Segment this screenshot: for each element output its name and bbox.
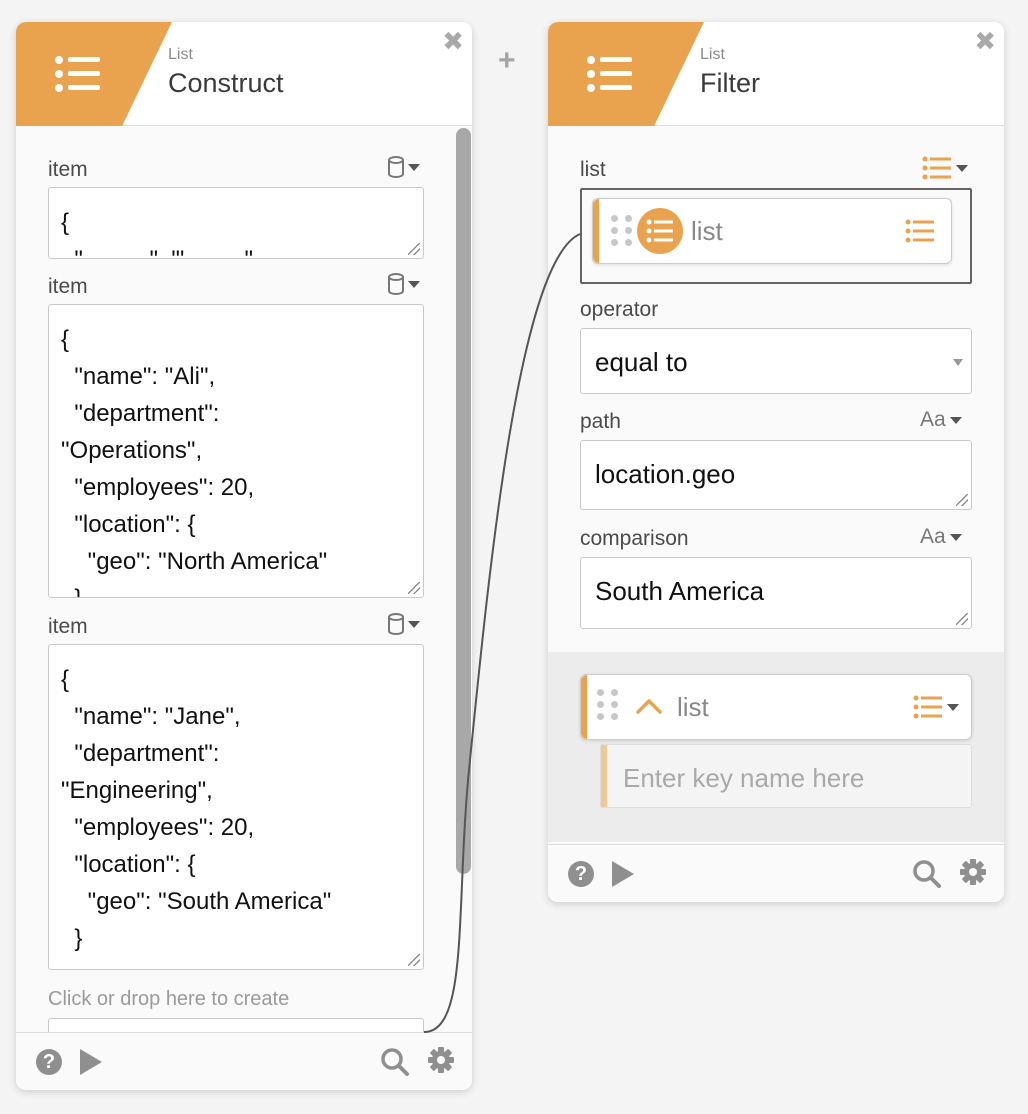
item-label: item [48, 275, 88, 298]
output-type-selector[interactable] [913, 695, 959, 719]
item-textarea[interactable]: { "name": "Jane", "department": "Enginee… [48, 644, 424, 970]
resize-handle[interactable] [408, 582, 420, 594]
scrollbar[interactable] [456, 128, 471, 874]
drag-handle-icon[interactable] [611, 215, 633, 246]
comparison-label: comparison [580, 527, 689, 550]
play-icon[interactable] [80, 1049, 102, 1075]
chevron-down-icon [947, 703, 959, 711]
search-icon[interactable] [380, 1047, 410, 1077]
item-textarea[interactable]: { " " "' " [48, 187, 424, 259]
datatype-selector[interactable] [388, 273, 420, 295]
list-icon [922, 156, 951, 180]
path-type-selector[interactable]: Aa [920, 408, 962, 432]
output-list-chip[interactable]: list [580, 674, 972, 740]
help-icon[interactable]: ? [36, 1049, 62, 1075]
item-value: { "name": "Jane", "department": "Enginee… [61, 666, 332, 952]
list-badge-icon [637, 208, 683, 254]
gear-icon[interactable] [958, 857, 988, 887]
resize-handle[interactable] [408, 954, 420, 966]
key-name-input[interactable]: Enter key name here [600, 744, 972, 808]
card-footer: ? [16, 1032, 472, 1090]
card-footer: ? [548, 844, 1004, 902]
construct-card: List Construct ✖ item { " " "' " item { … [16, 22, 472, 1090]
list-icon [646, 219, 673, 243]
chevron-down-icon [408, 163, 420, 171]
list-icon [587, 56, 632, 92]
comparison-type-selector[interactable]: Aa [920, 525, 962, 549]
item-value: { "name": "Ali", "department": "Operatio… [61, 326, 328, 597]
play-icon[interactable] [612, 861, 634, 887]
chevron-down-icon [949, 533, 962, 541]
list-type-selector[interactable] [922, 156, 968, 180]
chevron-up-icon[interactable] [635, 697, 663, 715]
database-icon [388, 156, 404, 178]
chevron-down-icon [956, 164, 968, 172]
list-badge [16, 22, 172, 126]
card-subtitle: List [700, 46, 725, 63]
comparison-input[interactable]: South America [580, 557, 972, 629]
chevron-down-icon [949, 416, 962, 424]
path-value: location.geo [595, 459, 736, 489]
list-badge [548, 22, 704, 126]
item-textarea[interactable]: { "name": "Ali", "department": "Operatio… [48, 304, 424, 598]
output-section: list Enter key name here [548, 652, 1004, 842]
item-value: { " " "' " [61, 209, 253, 258]
list-input-slot[interactable]: list [580, 188, 972, 284]
datatype-selector[interactable] [388, 613, 420, 635]
list-icon [55, 56, 100, 92]
card-title: Filter [700, 68, 760, 98]
chip-stripe [581, 675, 587, 739]
chevron-down-icon [408, 280, 420, 288]
filter-header: List Filter ✖ [548, 22, 1004, 126]
text-type-icon: Aa [920, 408, 946, 431]
search-icon[interactable] [912, 859, 942, 889]
text-type-icon: Aa [920, 525, 946, 548]
database-icon [388, 273, 404, 295]
operator-label: operator [580, 298, 659, 321]
list-icon [905, 219, 934, 243]
comparison-value: South America [595, 576, 765, 606]
datatype-selector[interactable] [388, 156, 420, 178]
key-name-placeholder: Enter key name here [623, 763, 865, 793]
list-icon [913, 695, 942, 719]
card-title: Construct [168, 68, 284, 98]
close-icon[interactable]: ✖ [974, 28, 996, 54]
filter-card: List Filter ✖ list list operator equal t… [548, 22, 1004, 902]
resize-handle[interactable] [956, 613, 968, 625]
operator-select[interactable]: equal to [580, 328, 972, 394]
chip-stripe [593, 199, 599, 263]
list-label: list [580, 158, 606, 181]
output-list-label: list [677, 692, 709, 722]
path-input[interactable]: location.geo [580, 440, 972, 510]
add-block-button[interactable]: + [498, 44, 516, 78]
path-label: path [580, 410, 621, 433]
database-icon [388, 613, 404, 635]
operator-value: equal to [595, 347, 688, 377]
list-chip-label: list [691, 216, 723, 246]
close-icon[interactable]: ✖ [442, 28, 464, 54]
help-icon[interactable]: ? [568, 861, 594, 887]
item-label: item [48, 615, 88, 638]
resize-handle[interactable] [408, 243, 420, 255]
key-input-stripe [601, 745, 607, 807]
construct-header: List Construct ✖ [16, 22, 472, 126]
card-subtitle: List [168, 46, 193, 63]
gear-icon[interactable] [426, 1045, 456, 1075]
chevron-down-icon [953, 359, 963, 366]
item-label: item [48, 158, 88, 181]
drag-handle-icon[interactable] [597, 689, 619, 720]
create-hint[interactable]: Click or drop here to create [48, 988, 289, 1011]
resize-handle[interactable] [956, 494, 968, 506]
chevron-down-icon [408, 620, 420, 628]
list-chip[interactable]: list [592, 198, 952, 264]
